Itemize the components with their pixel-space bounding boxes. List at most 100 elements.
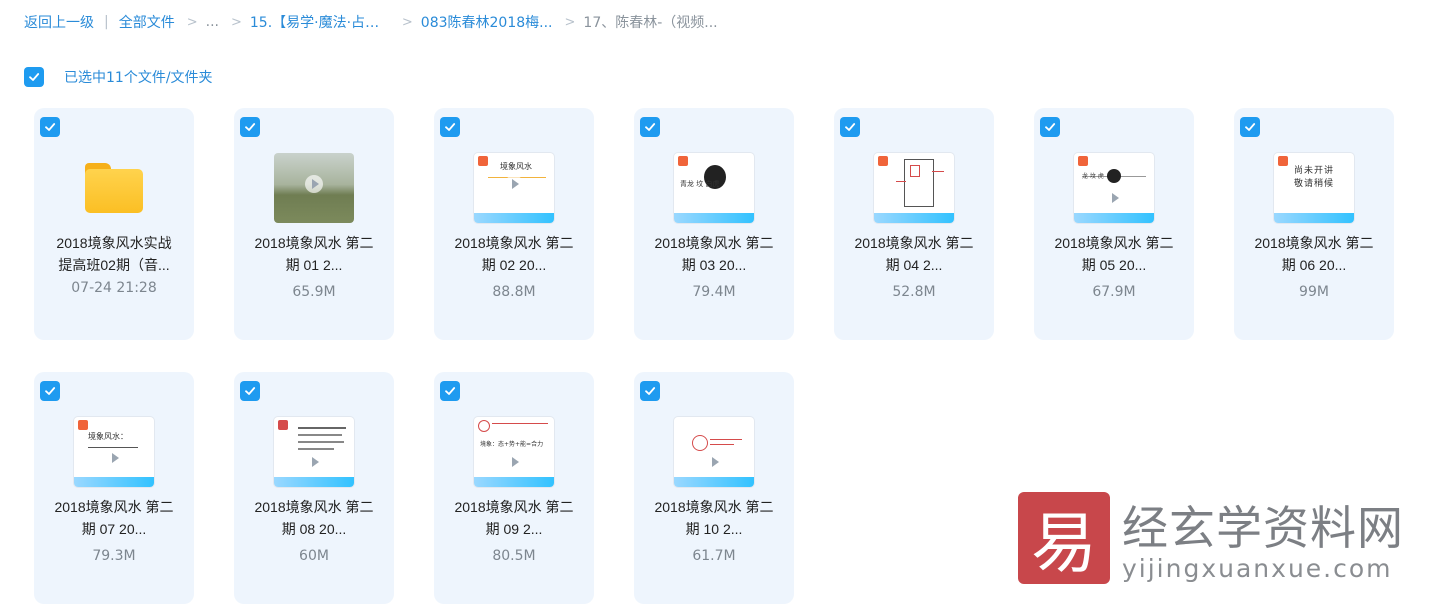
check-icon bbox=[1245, 123, 1256, 131]
folder-icon bbox=[85, 163, 143, 213]
video-thumbnail: 尚未开讲 敬请稍候 bbox=[1274, 153, 1354, 223]
breadcrumb-all-files[interactable]: 全部文件 bbox=[119, 12, 175, 32]
play-icon bbox=[305, 175, 323, 193]
chevron-right-icon: > bbox=[186, 14, 198, 30]
file-thumbnail bbox=[274, 148, 354, 228]
chevron-right-icon: > bbox=[230, 14, 242, 30]
selection-count: 已选中11个文件/文件夹 bbox=[64, 70, 213, 86]
file-name: 2018境象风水 第二期 02 20... bbox=[454, 235, 574, 273]
file-card[interactable]: 尚未开讲 敬请稍候 2018境象风水 第二期 06 20... 99M bbox=[1234, 108, 1394, 340]
breadcrumb-current: 17、陈春林-（视频... bbox=[583, 15, 718, 31]
select-all-bar: 已选中11个文件/文件夹 bbox=[24, 66, 213, 88]
file-card[interactable]: 境象：态+势+能=合力 2018境象风水 第二期 09 2... 80.5M bbox=[434, 372, 594, 604]
video-thumbnail: 青龙 坟 白虎 bbox=[674, 153, 754, 223]
file-thumbnail bbox=[74, 148, 154, 228]
file-size: 65.9M bbox=[292, 284, 336, 300]
video-thumbnail bbox=[274, 417, 354, 487]
play-icon bbox=[505, 175, 523, 193]
play-icon bbox=[1105, 189, 1123, 207]
check-icon bbox=[1045, 123, 1056, 131]
file-size: 61.7M bbox=[692, 548, 736, 564]
file-card[interactable]: 2018境象风水实战 提高班02期（音... 07-24 21:28 bbox=[34, 108, 194, 340]
file-checkbox[interactable] bbox=[640, 381, 660, 401]
file-checkbox[interactable] bbox=[240, 117, 260, 137]
video-thumbnail: 境象风水： bbox=[74, 417, 154, 487]
play-icon bbox=[305, 453, 323, 471]
back-link[interactable]: 返回上一级 bbox=[24, 12, 94, 32]
file-size: 88.8M bbox=[492, 284, 536, 300]
watermark-title: 经玄学资料网 bbox=[1122, 501, 1404, 555]
video-thumbnail: 龙 坟 虎 bbox=[1074, 153, 1154, 223]
play-icon bbox=[105, 449, 123, 467]
check-icon bbox=[245, 123, 256, 131]
video-thumbnail: 境象风水 bbox=[474, 153, 554, 223]
file-thumbnail: 尚未开讲 敬请稍候 bbox=[1274, 148, 1354, 228]
file-size: 52.8M bbox=[892, 284, 936, 300]
video-thumbnail bbox=[874, 153, 954, 223]
check-icon bbox=[645, 123, 656, 131]
breadcrumb: 返回上一级 | 全部文件 > ... > 15.【易学·魔法·占卜... > 0… bbox=[24, 11, 718, 33]
file-name: 2018境象风水 第二期 07 20... bbox=[54, 499, 174, 537]
file-card[interactable]: 2018境象风水 第二期 01 2... 65.9M bbox=[234, 108, 394, 340]
file-checkbox[interactable] bbox=[240, 381, 260, 401]
chevron-right-icon: > bbox=[564, 14, 576, 30]
file-size: 79.4M bbox=[692, 284, 736, 300]
breadcrumb-divider: | bbox=[104, 14, 109, 30]
file-thumbnail: 境象：态+势+能=合力 bbox=[474, 412, 554, 492]
file-size: 80.5M bbox=[492, 548, 536, 564]
file-thumbnail: 境象风水 bbox=[474, 148, 554, 228]
file-checkbox[interactable] bbox=[1240, 117, 1260, 137]
file-name: 2018境象风水 第二期 06 20... bbox=[1254, 235, 1374, 273]
file-size: 60M bbox=[299, 548, 329, 564]
file-size: 67.9M bbox=[1092, 284, 1136, 300]
file-checkbox[interactable] bbox=[1040, 117, 1060, 137]
file-thumbnail bbox=[874, 148, 954, 228]
file-name: 2018境象风水 第二期 08 20... bbox=[254, 499, 374, 537]
file-checkbox[interactable] bbox=[440, 117, 460, 137]
file-card[interactable]: 青龙 坟 白虎 2018境象风水 第二期 03 20... 79.4M bbox=[634, 108, 794, 340]
file-date: 07-24 21:28 bbox=[71, 280, 157, 296]
breadcrumb-ellipsis[interactable]: ... bbox=[206, 14, 219, 30]
file-card[interactable]: 境象风水 2018境象风水 第二期 02 20... 88.8M bbox=[434, 108, 594, 340]
select-all-checkbox[interactable] bbox=[24, 67, 44, 87]
file-name: 2018境象风水 第二期 04 2... bbox=[854, 235, 974, 273]
breadcrumb-folder-2[interactable]: 083陈春林2018梅... bbox=[421, 12, 553, 32]
file-card[interactable]: 2018境象风水 第二期 04 2... 52.8M bbox=[834, 108, 994, 340]
check-icon bbox=[45, 123, 56, 131]
watermark-url: yijingxuanxue.com bbox=[1122, 554, 1393, 583]
play-icon bbox=[705, 453, 723, 471]
file-card[interactable]: 龙 坟 虎 2018境象风水 第二期 05 20... 67.9M bbox=[1034, 108, 1194, 340]
file-thumbnail: 青龙 坟 白虎 bbox=[674, 148, 754, 228]
file-checkbox[interactable] bbox=[40, 381, 60, 401]
file-card[interactable]: 2018境象风水 第二期 10 2... 61.7M bbox=[634, 372, 794, 604]
file-size: 79.3M bbox=[92, 548, 136, 564]
file-thumbnail bbox=[674, 412, 754, 492]
check-icon bbox=[645, 387, 656, 395]
video-thumbnail: 境象：态+势+能=合力 bbox=[474, 417, 554, 487]
file-checkbox[interactable] bbox=[840, 117, 860, 137]
file-thumbnail bbox=[274, 412, 354, 492]
check-icon bbox=[445, 123, 456, 131]
check-icon bbox=[445, 387, 456, 395]
breadcrumb-folder-1[interactable]: 15.【易学·魔法·占卜... bbox=[250, 12, 390, 32]
file-name: 2018境象风水 第二期 05 20... bbox=[1054, 235, 1174, 273]
file-name: 2018境象风水 第二期 09 2... bbox=[454, 499, 574, 537]
file-name: 2018境象风水实战 提高班02期（音... bbox=[56, 235, 172, 273]
file-card[interactable]: 2018境象风水 第二期 08 20... 60M bbox=[234, 372, 394, 604]
play-icon bbox=[505, 453, 523, 471]
watermark-logo: 易 bbox=[1018, 492, 1110, 584]
file-name: 2018境象风水 第二期 10 2... bbox=[654, 499, 774, 537]
file-name: 2018境象风水 第二期 03 20... bbox=[654, 235, 774, 273]
file-thumbnail: 境象风水： bbox=[74, 412, 154, 492]
watermark: 易 经玄学资料网 yijingxuanxue.com bbox=[1018, 492, 1403, 584]
file-checkbox[interactable] bbox=[640, 117, 660, 137]
file-checkbox[interactable] bbox=[40, 117, 60, 137]
file-checkbox[interactable] bbox=[440, 381, 460, 401]
file-name: 2018境象风水 第二期 01 2... bbox=[254, 235, 374, 273]
check-icon bbox=[245, 387, 256, 395]
file-size: 99M bbox=[1299, 284, 1329, 300]
file-card[interactable]: 境象风水： 2018境象风水 第二期 07 20... 79.3M bbox=[34, 372, 194, 604]
video-thumbnail bbox=[274, 153, 354, 223]
video-thumbnail bbox=[674, 417, 754, 487]
file-thumbnail: 龙 坟 虎 bbox=[1074, 148, 1154, 228]
